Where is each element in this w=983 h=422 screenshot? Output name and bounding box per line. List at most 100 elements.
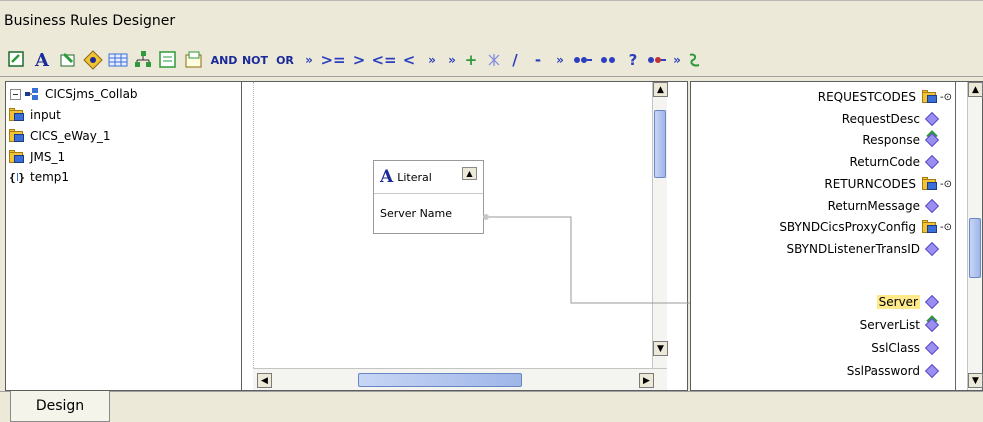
tree-item-sbyndcicsproxyconfig[interactable]: SBYNDCicsProxyConfig -⊙ [779,218,952,236]
more-logic-button[interactable]: » [444,49,460,71]
canvas-vertical-scrollbar[interactable]: ▲ ▼ [652,82,668,368]
horizontal-scroll-thumb[interactable] [358,373,522,387]
canvas-horizontal-scrollbar[interactable]: ◀ ▶ [253,368,667,390]
scroll-left-icon[interactable]: ◀ [257,373,272,388]
scroll-down-icon[interactable]: ▼ [968,373,983,388]
connector-icon: -⊙ [940,221,952,233]
tree-item-jms[interactable]: JMS_1 [9,148,65,166]
tree-item-label: Response [862,133,920,147]
tree-item-label: RequestDesc [841,112,920,126]
tree-item-label: ReturnCode [849,155,920,169]
collapse-icon[interactable]: ▲ [462,167,477,180]
diamond-icon [924,363,940,379]
tree-item-sslclass[interactable]: SslClass [871,339,942,357]
tree-item-sbyndlistenertransid[interactable]: SBYNDListenerTransID [786,240,942,258]
tree-item-cics-eway[interactable]: CICS_eWay_1 [9,127,110,145]
not-button[interactable]: NOT [240,49,270,71]
tree-item-returncodes[interactable]: RETURNCODES -⊙ [824,175,952,193]
scroll-right-icon[interactable]: ▶ [639,373,654,388]
tree-item-requestcodes[interactable]: REQUESTCODES -⊙ [818,88,952,106]
add-button[interactable]: + [462,49,480,71]
new-rule-icon[interactable] [6,49,28,71]
tree-vertical-scrollbar[interactable]: ▲ ▼ [967,82,983,390]
canvas-left-edge [253,82,254,368]
folder-icon [922,177,938,191]
literal-node[interactable]: A Literal ▲ Server Name [373,160,484,234]
method-icon[interactable] [57,49,79,71]
toolbar: A AND NOT OR » >= > <= < » » + / - » ? » [0,35,983,77]
tree-item-label: SBYNDListenerTransID [786,242,920,256]
tree-item-label: ServerList [859,318,920,332]
tree-item-sslpassword[interactable]: SslPassword [847,362,942,380]
more-comparison-button[interactable]: » [424,49,440,71]
tree-item-temp1[interactable]: {} temp1 [9,168,69,186]
tree-item-label: SslClass [871,341,920,355]
literal-icon[interactable]: A [31,49,53,71]
java-method-icon[interactable] [686,49,706,71]
mapping-canvas[interactable]: ▲ ▼ ◀ ▶ [242,81,688,391]
and-button[interactable]: AND [210,49,238,71]
scroll-up-icon[interactable]: ▲ [968,82,983,97]
view-tab-bar: Design [0,391,983,422]
variable-icon: {} [9,170,25,184]
more-operators-button[interactable]: » [300,49,318,71]
string-icon[interactable] [598,49,620,71]
scroll-down-icon[interactable]: ▼ [653,341,668,356]
more-functions-icon[interactable]: » [670,49,684,71]
tree-icon[interactable] [132,49,154,71]
tab-design[interactable]: Design [10,391,110,422]
datetime-icon[interactable] [646,49,668,71]
subtract-button[interactable]: - [529,49,547,71]
condition-icon[interactable] [82,49,104,71]
greater-than-button[interactable]: > [350,49,368,71]
tree-item-label: SslPassword [846,364,920,378]
more-math-button[interactable]: » [552,49,568,71]
diamond-icon [924,111,940,127]
help-icon[interactable]: ? [624,49,642,71]
tree-item-label: SBYNDCicsProxyConfig [779,220,916,234]
diamond-icon [924,294,940,310]
folder-icon [922,90,938,104]
tree-item-returnmessage[interactable]: ReturnMessage [828,197,942,215]
window-title: Business Rules Designer [4,13,176,29]
tree-scroll-thumb[interactable] [969,218,981,278]
greater-equal-button[interactable]: >= [320,49,345,71]
scroll-up-icon[interactable]: ▲ [653,82,668,97]
literal-icon: A [380,167,394,187]
tree-item-label: JMS_1 [30,150,66,164]
concat-icon[interactable] [572,49,594,71]
tree-item-label: ReturnMessage [827,199,920,213]
folder-icon [922,220,938,234]
table-icon[interactable] [107,49,129,71]
window-icon[interactable] [183,49,205,71]
window-titlebar: Business Rules Designer [0,0,983,36]
less-equal-button[interactable]: <= [371,49,396,71]
diamond-refresh-icon [924,317,940,333]
divide-button[interactable]: / [506,49,524,71]
or-button[interactable]: OR [274,49,296,71]
tree-item-label: input [30,108,61,122]
tree-item-label: Server [876,295,920,309]
vertical-scroll-thumb[interactable] [654,110,666,178]
multiply-icon[interactable] [484,49,504,71]
tree-item-label: CICSjms_Collab [45,87,138,101]
tree-item-label: temp1 [30,170,70,184]
tree-item-serverlist[interactable]: ServerList [860,316,942,334]
tree-item-response[interactable]: Response [862,131,942,149]
literal-value[interactable]: Server Name [380,207,452,220]
tree-item-returncode[interactable]: ReturnCode [849,153,942,171]
collab-icon [24,87,40,101]
diamond-icon [924,198,940,214]
folder-icon [9,108,25,122]
form-icon[interactable] [157,49,179,71]
less-than-button[interactable]: < [400,49,418,71]
collapse-toggle-icon[interactable] [10,88,21,100]
tree-item-requestdesc[interactable]: RequestDesc [842,110,942,128]
folder-icon [9,129,25,143]
tree-guide-line [955,82,956,390]
tree-item-input[interactable]: input [9,106,61,124]
tree-item-server[interactable]: Server [876,293,942,311]
tree-item-label: REQUESTCODES [817,90,916,104]
literal-title: Literal [397,170,432,184]
tree-item-cicsjms-collab[interactable]: CICSjms_Collab [10,85,138,103]
